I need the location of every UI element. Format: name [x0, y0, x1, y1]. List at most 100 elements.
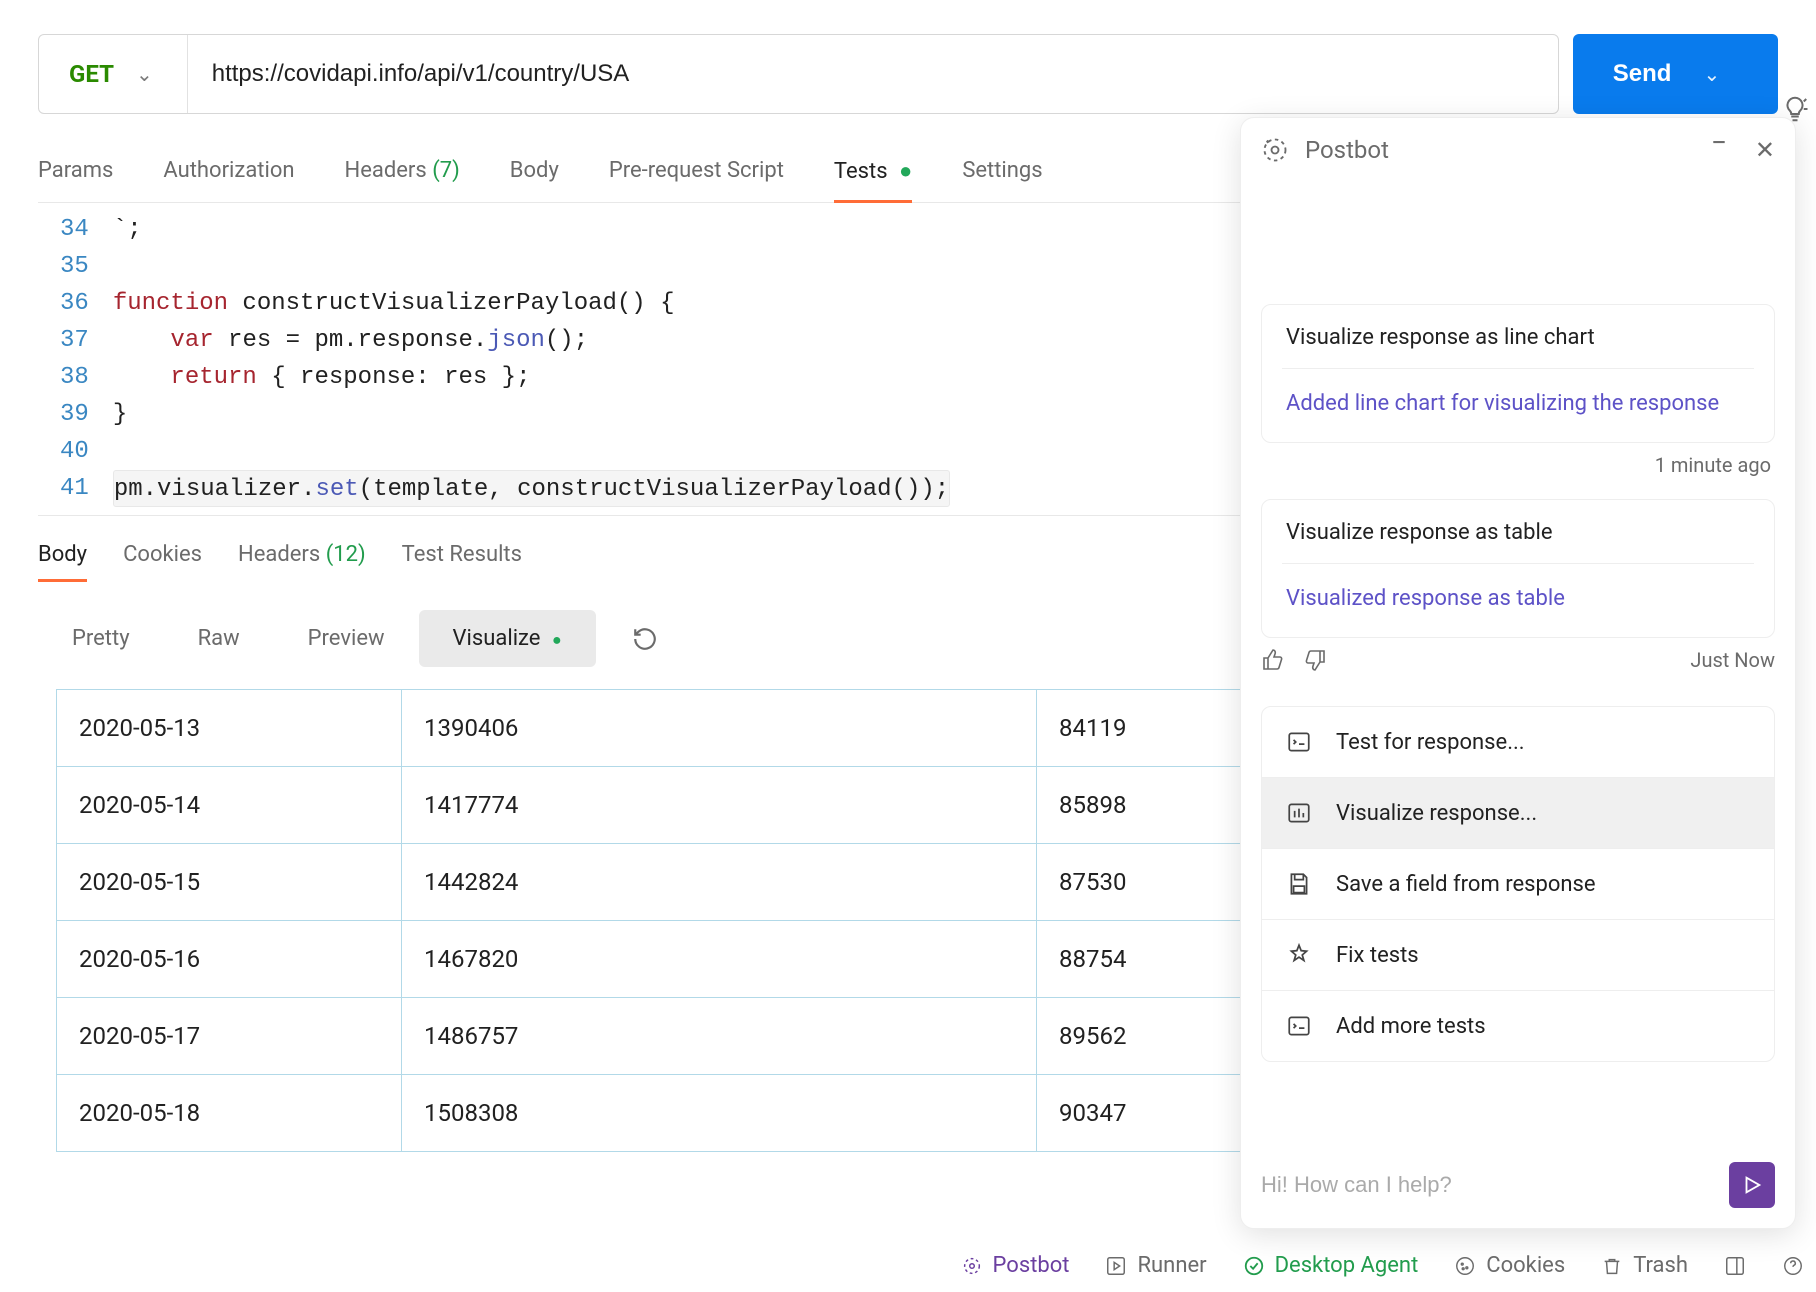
rtab-headers[interactable]: Headers (12): [238, 542, 366, 582]
card-subtitle: Visualized response as table: [1286, 582, 1750, 615]
table-cell: 1417774: [402, 767, 1037, 844]
send-button[interactable]: Send ⌄: [1573, 34, 1778, 114]
sb-label: Desktop Agent: [1275, 1253, 1419, 1278]
gutter: 34 35 36 37 38 39 40 41: [38, 203, 113, 515]
view-visualize-label: Visualize: [453, 626, 541, 651]
view-raw[interactable]: Raw: [164, 610, 274, 667]
rtab-headers-count: (12): [326, 542, 366, 567]
table-cell: 2020-05-16: [57, 921, 402, 998]
dot-icon: ●: [899, 159, 912, 184]
suggestion-add-tests[interactable]: Add more tests: [1262, 991, 1774, 1061]
tab-settings[interactable]: Settings: [962, 158, 1042, 203]
table-cell: 2020-05-14: [57, 767, 402, 844]
card-title: Visualize response as line chart: [1286, 325, 1750, 350]
table-cell: 1467820: [402, 921, 1037, 998]
sb-trash[interactable]: Trash: [1601, 1253, 1688, 1278]
tab-headers-count: (7): [432, 158, 460, 183]
sb-label: Postbot: [993, 1253, 1070, 1278]
suggestion-save-field[interactable]: Save a field from response: [1262, 849, 1774, 920]
tab-prerequest[interactable]: Pre-request Script: [609, 158, 784, 203]
code-line: var res = pm.response.json();: [113, 322, 950, 359]
suggestions-list: Test for response... Visualize response.…: [1261, 706, 1775, 1062]
play-icon: [1741, 1174, 1763, 1196]
card-title: Visualize response as table: [1286, 520, 1750, 545]
sb-label: Trash: [1633, 1253, 1688, 1278]
tab-tests-label: Tests: [834, 159, 888, 184]
sb-agent[interactable]: Desktop Agent: [1243, 1253, 1419, 1278]
tab-headers-label: Headers: [345, 158, 427, 183]
view-pretty[interactable]: Pretty: [38, 610, 164, 667]
suggestion-test[interactable]: Test for response...: [1262, 707, 1774, 778]
line-number: 38: [60, 359, 89, 396]
sb-cookies[interactable]: Cookies: [1454, 1253, 1565, 1278]
suggestion-label: Save a field from response: [1336, 872, 1596, 897]
refresh-icon[interactable]: [632, 626, 658, 652]
suggestion-label: Fix tests: [1336, 943, 1419, 968]
line-number: 35: [60, 248, 89, 285]
chevron-down-icon: ⌄: [136, 62, 153, 86]
table-cell: 1390406: [402, 690, 1037, 767]
view-preview[interactable]: Preview: [274, 610, 419, 667]
http-method-label: GET: [69, 60, 114, 88]
statusbar: Postbot Runner Desktop Agent Cookies Tra…: [961, 1253, 1804, 1278]
sb-label: Cookies: [1486, 1253, 1565, 1278]
line-number: 39: [60, 396, 89, 433]
code-line: return { response: res };: [113, 359, 950, 396]
send-label: Send: [1613, 60, 1672, 88]
code-line: pm.visualizer.set(template, constructVis…: [113, 470, 950, 507]
rtab-headers-label: Headers: [238, 542, 320, 567]
sb-postbot[interactable]: Postbot: [961, 1253, 1070, 1278]
rtab-body[interactable]: Body: [38, 542, 87, 582]
table-cell: 2020-05-17: [57, 998, 402, 1075]
tab-body[interactable]: Body: [510, 158, 559, 203]
table-cell: 2020-05-13: [57, 690, 402, 767]
line-number: 34: [60, 211, 89, 248]
thumbs-down-icon[interactable]: [1303, 648, 1327, 672]
chevron-down-icon: ⌄: [1703, 62, 1720, 87]
postbot-card: Visualize response as table Visualized r…: [1261, 499, 1775, 638]
url-input[interactable]: [188, 35, 1558, 113]
code-line: `;: [113, 211, 950, 248]
tab-tests[interactable]: Tests ●: [834, 158, 912, 203]
timestamp: 1 minute ago: [1261, 453, 1771, 477]
postbot-input[interactable]: [1261, 1172, 1713, 1198]
tab-params[interactable]: Params: [38, 158, 113, 203]
suggestion-fix-tests[interactable]: Fix tests: [1262, 920, 1774, 991]
http-method-dropdown[interactable]: GET ⌄: [39, 35, 188, 113]
table-cell: 1442824: [402, 844, 1037, 921]
suggestion-label: Add more tests: [1336, 1014, 1486, 1039]
postbot-send-button[interactable]: [1729, 1162, 1775, 1208]
thumbs-up-icon[interactable]: [1261, 648, 1285, 672]
postbot-panel: Postbot − ✕ Visualize response as line c…: [1240, 117, 1796, 1229]
tab-authorization[interactable]: Authorization: [163, 158, 294, 203]
timestamp: Just Now: [1690, 648, 1775, 672]
response-tabs: Body Cookies Headers (12) Test Results: [38, 542, 522, 582]
code-line: function constructVisualizerPayload() {: [113, 285, 950, 322]
postbot-icon: [1261, 136, 1289, 164]
line-number: 40: [60, 433, 89, 470]
url-row: GET ⌄: [38, 34, 1559, 114]
table-cell: 2020-05-15: [57, 844, 402, 921]
code-line: }: [113, 396, 950, 433]
code-body: `; function constructVisualizerPayload()…: [113, 203, 950, 515]
close-icon[interactable]: ✕: [1755, 136, 1775, 164]
sb-runner[interactable]: Runner: [1105, 1253, 1206, 1278]
table-cell: 2020-05-18: [57, 1075, 402, 1152]
card-subtitle: Added line chart for visualizing the res…: [1286, 387, 1750, 420]
sb-label: Runner: [1137, 1253, 1206, 1278]
rtab-testresults[interactable]: Test Results: [402, 542, 522, 582]
suggestion-label: Test for response...: [1336, 730, 1525, 755]
line-number: 41: [60, 470, 89, 507]
view-visualize[interactable]: Visualize ●: [419, 610, 596, 667]
suggestion-visualize[interactable]: Visualize response...: [1262, 778, 1774, 849]
suggestion-label: Visualize response...: [1336, 801, 1537, 826]
rtab-cookies[interactable]: Cookies: [123, 542, 202, 582]
tab-headers[interactable]: Headers (7): [345, 158, 460, 203]
line-number: 37: [60, 322, 89, 359]
code-line: [113, 433, 950, 470]
postbot-card: Visualize response as line chart Added l…: [1261, 304, 1775, 443]
code-line: [113, 248, 950, 285]
line-number: 36: [60, 285, 89, 322]
dot-icon: ●: [552, 630, 562, 649]
minimize-icon[interactable]: −: [1711, 136, 1727, 164]
